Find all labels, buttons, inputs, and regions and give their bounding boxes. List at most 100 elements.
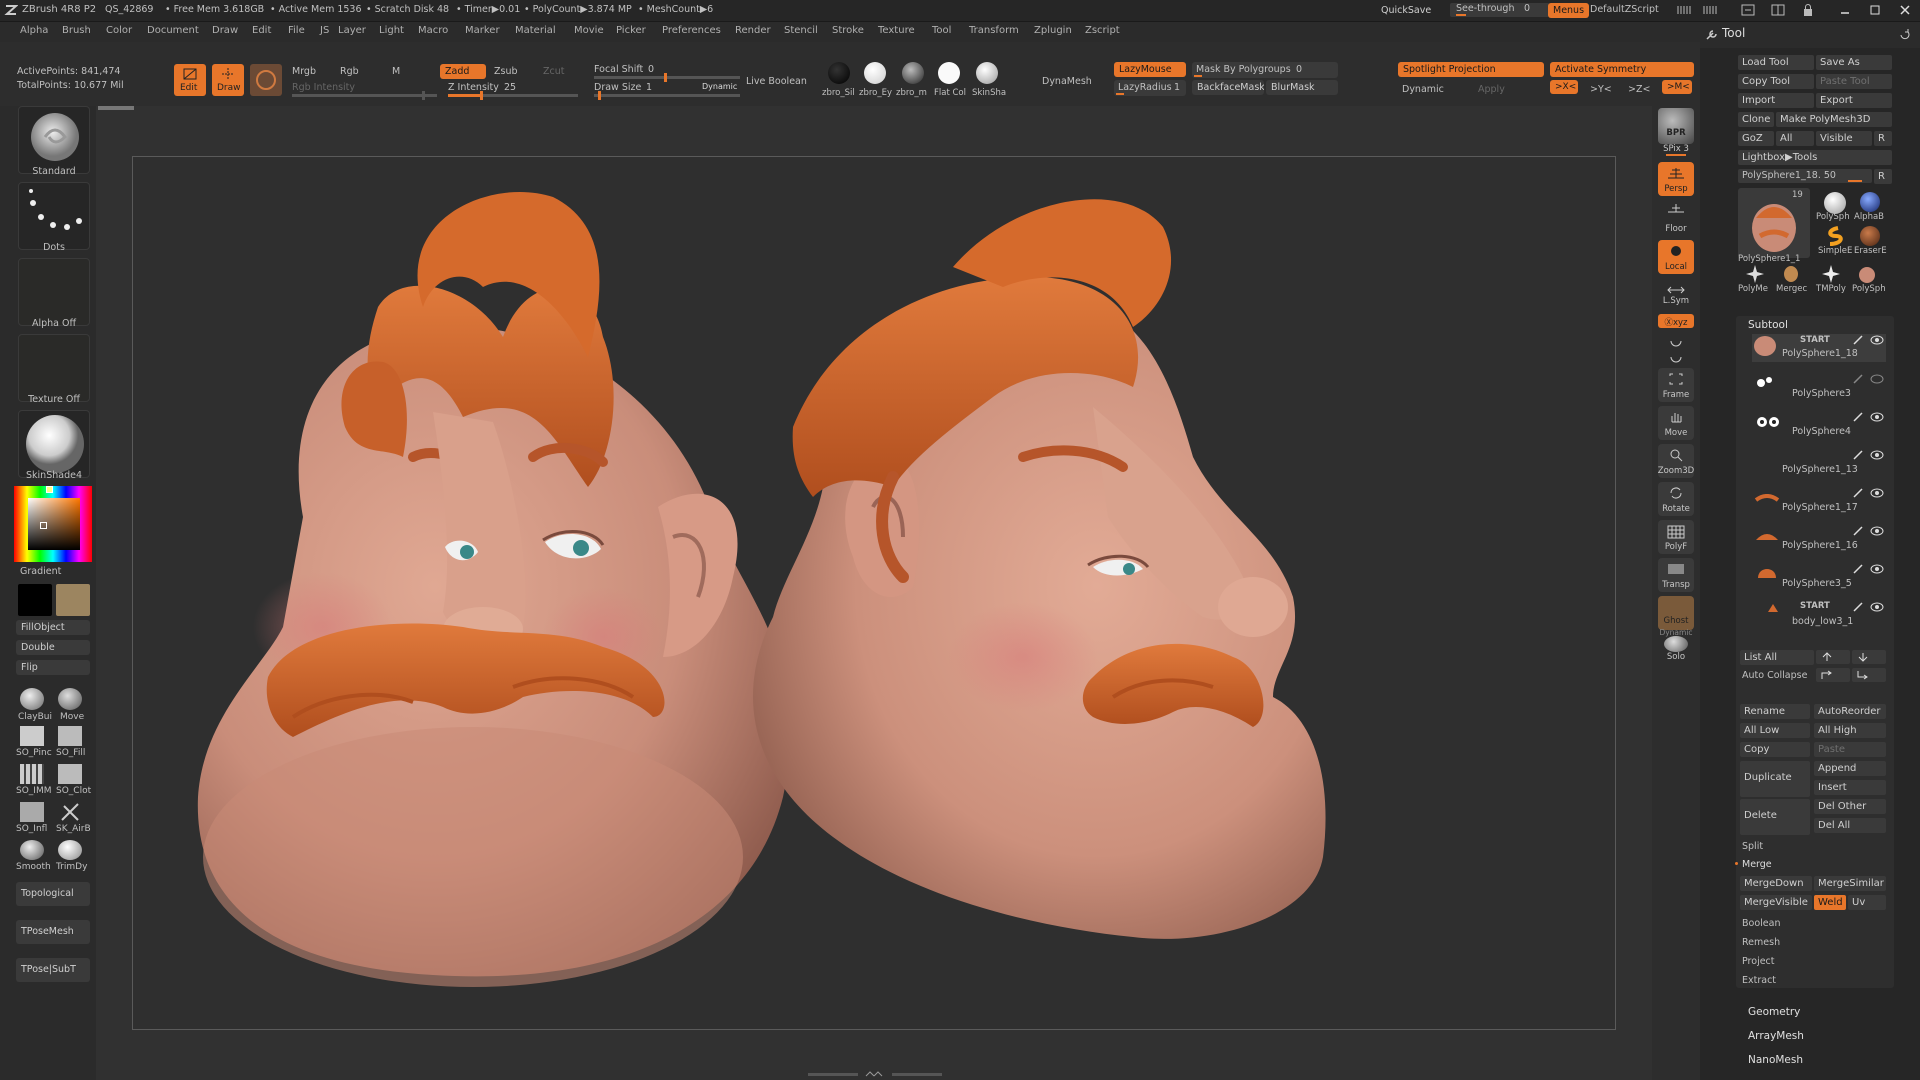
- menu-brush[interactable]: Brush: [62, 25, 91, 36]
- see-through-slider[interactable]: See-through 0: [1450, 3, 1550, 17]
- import-button[interactable]: Import: [1738, 93, 1814, 108]
- layout-stripes-icon[interactable]: [1676, 4, 1692, 16]
- extract-section[interactable]: Extract: [1742, 975, 1776, 986]
- subtool-row-7[interactable]: PolySphere3_5: [1752, 562, 1886, 590]
- boolean-section[interactable]: Boolean: [1742, 918, 1780, 929]
- menus-button[interactable]: Menus: [1548, 3, 1590, 18]
- color-picker[interactable]: [14, 486, 92, 562]
- paste-tool-button[interactable]: Paste Tool: [1816, 74, 1892, 89]
- export-button[interactable]: Export: [1816, 93, 1892, 108]
- merged-thumb-icon[interactable]: [1780, 264, 1802, 284]
- move-down-button[interactable]: [1852, 650, 1886, 664]
- edit-button[interactable]: Edit: [174, 64, 206, 96]
- mrgb-toggle[interactable]: Mrgb: [292, 66, 316, 77]
- subtool-row-2[interactable]: PolySphere3: [1752, 372, 1886, 400]
- palette-reset-icon[interactable]: [1898, 28, 1912, 42]
- mergesimilar-button[interactable]: MergeSimilar: [1814, 876, 1886, 891]
- lightbox-tools-button[interactable]: Lightbox▶Tools: [1738, 150, 1892, 165]
- copy-subtool-button[interactable]: Copy: [1740, 742, 1810, 757]
- tool-palette-title[interactable]: Tool: [1722, 26, 1745, 40]
- subtool-row-5[interactable]: PolySphere1_17: [1752, 486, 1886, 514]
- merge-section[interactable]: Merge: [1742, 859, 1772, 870]
- project-section[interactable]: Project: [1742, 956, 1775, 967]
- brush-edit-icon-6[interactable]: [1852, 526, 1864, 536]
- symmetry-y-button[interactable]: >Y<: [1590, 84, 1612, 95]
- menu-macro[interactable]: Macro: [418, 25, 448, 36]
- draw-button[interactable]: Draw: [212, 64, 244, 96]
- menu-color[interactable]: Color: [106, 25, 132, 36]
- menu-texture[interactable]: Texture: [878, 25, 915, 36]
- gradient-toggle[interactable]: Gradient: [20, 566, 61, 577]
- menu-light[interactable]: Light: [379, 25, 404, 36]
- tool-r-button[interactable]: R: [1874, 169, 1892, 184]
- brush-edit-icon-2[interactable]: [1852, 374, 1864, 384]
- weld-toggle[interactable]: Weld: [1814, 895, 1846, 910]
- move-brush-icon[interactable]: [58, 688, 82, 710]
- material-flat-icon[interactable]: [938, 62, 960, 84]
- visibility-eye-icon-5[interactable]: [1870, 488, 1884, 498]
- so-pinch-brush-icon[interactable]: [20, 726, 44, 746]
- spotlight-projection-button[interactable]: Spotlight Projection: [1398, 62, 1544, 77]
- focal-shift-slider[interactable]: Focal Shift 0: [594, 64, 740, 82]
- visibility-eye-icon-3[interactable]: [1870, 412, 1884, 422]
- eraserbrush-thumb-icon[interactable]: [1860, 226, 1880, 246]
- stroke-thumb[interactable]: [18, 182, 90, 250]
- fill-object-button[interactable]: FillObject: [16, 620, 90, 635]
- zsub-toggle[interactable]: Zsub: [494, 66, 518, 77]
- layout-stripes-2-icon[interactable]: [1702, 4, 1718, 16]
- mergevisible-button[interactable]: MergeVisible: [1740, 895, 1812, 910]
- menu-js[interactable]: JS: [320, 25, 329, 36]
- layout-grid-icon[interactable]: [1770, 3, 1786, 17]
- lazymouse-button[interactable]: LazyMouse: [1114, 62, 1186, 77]
- goz-all-button[interactable]: All: [1776, 131, 1814, 146]
- floor-icon[interactable]: [1666, 202, 1686, 216]
- visibility-eye-icon-4[interactable]: [1870, 450, 1884, 460]
- symmetry-x-button[interactable]: >X<: [1550, 80, 1578, 94]
- arrow-down-right-icon[interactable]: [1852, 668, 1886, 682]
- arraymesh-section[interactable]: ArrayMesh: [1748, 1030, 1804, 1042]
- dynamesh-button[interactable]: DynaMesh: [1042, 76, 1092, 87]
- default-zscript[interactable]: DefaultZScript: [1590, 4, 1659, 15]
- dynamic-toggle[interactable]: Dynamic: [702, 82, 737, 91]
- polysphere-head-thumb-icon[interactable]: [1856, 264, 1878, 284]
- subtool-row-8[interactable]: START body_low3_1: [1752, 600, 1886, 628]
- double-button[interactable]: Double: [16, 640, 90, 655]
- menu-edit[interactable]: Edit: [252, 25, 271, 36]
- visibility-eye-icon-7[interactable]: [1870, 564, 1884, 574]
- all-high-button[interactable]: All High: [1814, 723, 1886, 738]
- so-imm-brush-icon[interactable]: [20, 764, 44, 784]
- menu-transform[interactable]: Transform: [969, 25, 1019, 36]
- all-low-button[interactable]: All Low: [1740, 723, 1810, 738]
- material-m-icon[interactable]: [902, 62, 924, 84]
- menu-alpha[interactable]: Alpha: [20, 25, 48, 36]
- brush-edit-icon-7[interactable]: [1852, 564, 1864, 574]
- polymesh-star-icon[interactable]: [1744, 264, 1766, 284]
- menu-preferences[interactable]: Preferences: [662, 25, 721, 36]
- append-button[interactable]: Append: [1814, 761, 1886, 776]
- visibility-eye-icon[interactable]: [1870, 335, 1884, 345]
- insert-button[interactable]: Insert: [1814, 780, 1886, 795]
- nanomesh-section[interactable]: NanoMesh: [1748, 1054, 1803, 1066]
- backface-mask-button[interactable]: BackfaceMask: [1192, 80, 1264, 95]
- document-canvas[interactable]: [132, 156, 1616, 1030]
- delete-button[interactable]: Delete: [1740, 799, 1810, 835]
- lsym-icon[interactable]: [1666, 284, 1686, 296]
- move-up-button[interactable]: [1816, 650, 1850, 664]
- del-all-button[interactable]: Del All: [1814, 818, 1886, 833]
- z-intensity-slider[interactable]: Z Intensity 25: [448, 82, 578, 100]
- menu-movie[interactable]: Movie: [574, 25, 604, 36]
- so-cloth-brush-icon[interactable]: [58, 764, 82, 784]
- m-toggle[interactable]: M: [392, 66, 400, 77]
- copy-tool-button[interactable]: Copy Tool: [1738, 74, 1814, 89]
- uv-toggle[interactable]: Uv: [1848, 895, 1886, 910]
- zadd-button[interactable]: Zadd: [440, 64, 486, 79]
- maximize-icon[interactable]: [1868, 3, 1882, 17]
- material-skinshade-icon[interactable]: [976, 62, 998, 84]
- visibility-eye-icon-2[interactable]: [1870, 374, 1884, 384]
- alphabrush-thumb-icon[interactable]: [1860, 192, 1880, 212]
- apply-button[interactable]: Apply: [1478, 84, 1505, 95]
- visibility-eye-icon-8[interactable]: [1870, 602, 1884, 612]
- secondary-color-swatch[interactable]: [56, 584, 90, 616]
- make-polymesh3d-button[interactable]: Make PolyMesh3D: [1776, 112, 1892, 127]
- rgb-toggle[interactable]: Rgb: [340, 66, 359, 77]
